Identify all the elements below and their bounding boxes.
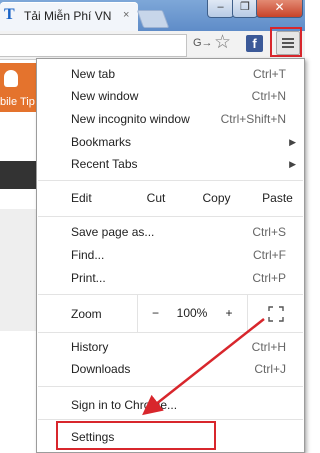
- menu-separator: [38, 386, 303, 387]
- bookmark-star-icon[interactable]: ☆: [214, 33, 231, 53]
- lightbulb-icon: [4, 70, 18, 87]
- translate-icon[interactable]: G→: [193, 37, 213, 53]
- site-favicon-icon: T: [4, 6, 15, 23]
- facebook-extension-icon[interactable]: f: [246, 35, 263, 52]
- shortcut-print: Ctrl+P: [252, 271, 286, 285]
- zoom-in-button[interactable]: +: [211, 295, 247, 332]
- submenu-arrow-icon: ▶: [289, 137, 296, 147]
- page-nav-strip: [0, 161, 40, 189]
- tab-close-icon[interactable]: ×: [123, 9, 129, 21]
- fullscreen-button[interactable]: [247, 295, 303, 332]
- zoom-label: Zoom: [71, 307, 102, 321]
- paste-button[interactable]: Paste: [255, 181, 300, 215]
- browser-tab[interactable]: T Tải Miễn Phí VN ×: [0, 2, 138, 31]
- shortcut-find: Ctrl+F: [253, 248, 286, 262]
- chrome-menu: New tab Ctrl+T New window Ctrl+N New inc…: [36, 58, 305, 453]
- shortcut-downloads: Ctrl+J: [254, 362, 286, 376]
- menu-item-new-tab[interactable]: New tab: [71, 64, 115, 84]
- shortcut-new-tab: Ctrl+T: [253, 67, 286, 81]
- copy-button[interactable]: Copy: [195, 181, 238, 215]
- shortcut-history: Ctrl+H: [251, 340, 286, 354]
- menu-separator: [38, 419, 303, 420]
- zoom-level: 100%: [176, 306, 208, 320]
- fullscreen-icon: [267, 306, 284, 322]
- menu-button-highlight-box: [270, 27, 302, 57]
- menu-item-print[interactable]: Print...: [71, 268, 106, 288]
- menu-item-sign-in[interactable]: Sign in to Chrome...: [71, 395, 177, 415]
- banner-text: bile Tip: [0, 96, 35, 108]
- cut-button[interactable]: Cut: [133, 181, 179, 215]
- menu-item-find[interactable]: Find...: [71, 245, 104, 265]
- minimize-button[interactable]: –: [207, 0, 234, 18]
- submenu-arrow-icon: ▶: [289, 159, 296, 169]
- close-window-button[interactable]: ✕: [256, 0, 303, 18]
- page-side-panel: [0, 209, 40, 331]
- menu-item-recent-tabs[interactable]: Recent Tabs: [71, 154, 138, 174]
- shortcut-save-page: Ctrl+S: [252, 225, 286, 239]
- zoom-row: Zoom − 100% +: [37, 295, 304, 332]
- edit-label: Edit: [71, 191, 92, 205]
- tab-title: Tải Miễn Phí VN: [24, 9, 112, 23]
- edit-row: Edit Cut Copy Paste: [37, 181, 304, 215]
- zoom-out-button[interactable]: −: [137, 295, 173, 332]
- maximize-button[interactable]: ❐: [232, 0, 258, 18]
- menu-item-new-incognito-window[interactable]: New incognito window: [71, 109, 190, 129]
- settings-highlight-box: [56, 421, 216, 450]
- menu-item-history[interactable]: History: [71, 337, 108, 357]
- menu-item-bookmarks[interactable]: Bookmarks: [71, 132, 131, 152]
- menu-item-new-window[interactable]: New window: [71, 86, 138, 106]
- menu-separator: [38, 216, 303, 217]
- shortcut-new-window: Ctrl+N: [251, 89, 286, 103]
- menu-item-downloads[interactable]: Downloads: [71, 359, 130, 379]
- address-bar[interactable]: [0, 34, 187, 57]
- shortcut-new-incognito-window: Ctrl+Shift+N: [220, 112, 286, 126]
- menu-separator: [38, 332, 303, 333]
- menu-item-save-page[interactable]: Save page as...: [71, 222, 154, 242]
